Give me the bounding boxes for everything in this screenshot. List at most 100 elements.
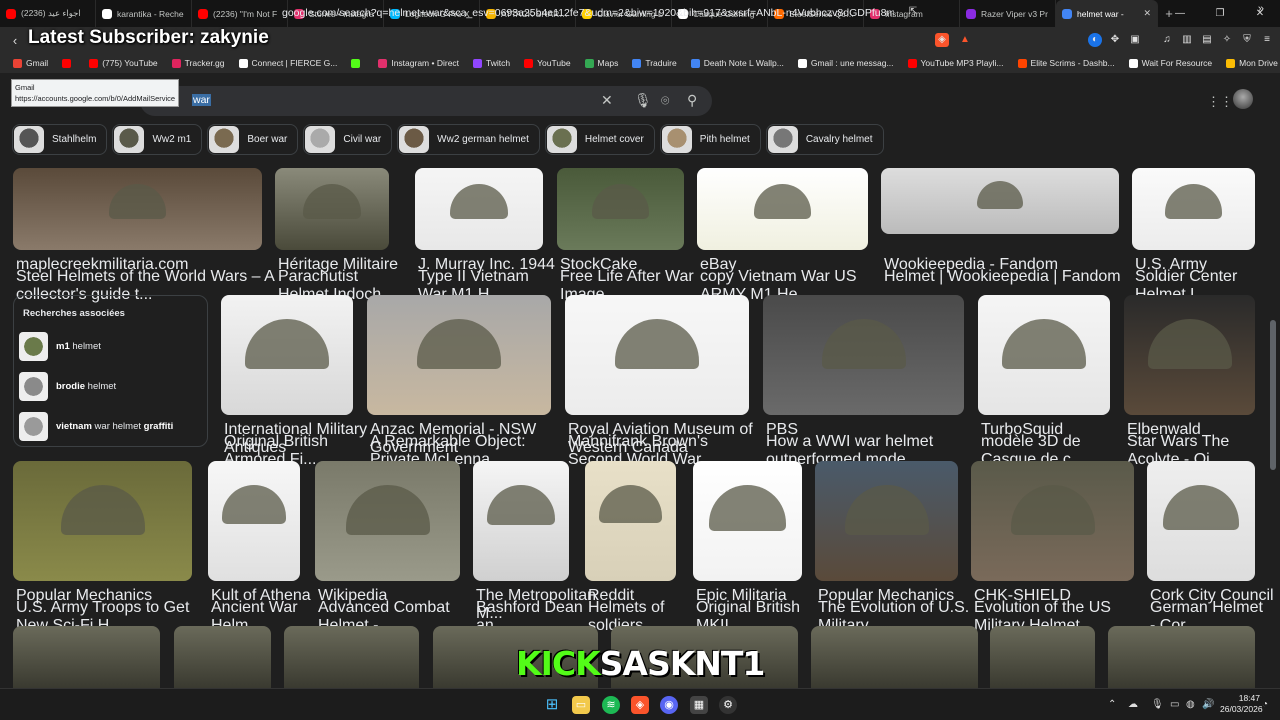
- bookmark-7[interactable]: Twitch: [466, 58, 517, 68]
- tray-network-icon[interactable]: ◍: [1186, 699, 1195, 710]
- clear-search-icon[interactable]: ✕: [601, 92, 613, 109]
- bookmark-1[interactable]: [55, 58, 82, 68]
- share-icon[interactable]: ⇱: [906, 6, 920, 20]
- maximize-icon[interactable]: ❐: [1200, 0, 1240, 27]
- file-explorer-icon[interactable]: ▭: [572, 696, 590, 714]
- more-bookmarks-icon[interactable]: »: [1258, 3, 1264, 15]
- bookmark-13[interactable]: YouTube MP3 Playli...: [901, 58, 1011, 68]
- tray-chevron-icon[interactable]: ⌃: [1108, 699, 1116, 710]
- result-thumbnail[interactable]: [978, 295, 1110, 415]
- chip-4[interactable]: Ww2 german helmet: [397, 124, 540, 155]
- result-thumbnail[interactable]: [415, 168, 543, 250]
- windows-start-icon[interactable]: ⊞: [543, 696, 561, 714]
- app-icon[interactable]: ⚙: [719, 696, 737, 714]
- search-box[interactable]: [140, 86, 712, 116]
- extension-blue-icon[interactable]: ◐: [1088, 33, 1102, 47]
- result-thumbnail[interactable]: [971, 461, 1134, 581]
- related-item-2[interactable]: vietnam war helmet graffiti: [19, 411, 205, 442]
- close-tab-icon[interactable]: ✕: [1143, 8, 1151, 19]
- image-result-partial[interactable]: [1108, 626, 1255, 688]
- discord-icon[interactable]: ◉: [660, 696, 678, 714]
- tab-11[interactable]: helmet war - ✕: [1056, 0, 1158, 27]
- image-result-partial[interactable]: [13, 626, 160, 688]
- result-thumbnail[interactable]: [697, 168, 868, 250]
- avatar[interactable]: [1233, 89, 1253, 109]
- media-icon[interactable]: ♫: [1160, 33, 1174, 47]
- chip-0[interactable]: Stahlhelm: [12, 124, 108, 155]
- result-thumbnail[interactable]: [557, 168, 684, 250]
- result-thumbnail[interactable]: [815, 461, 958, 581]
- extensions-puzzle-icon[interactable]: ✥: [1108, 33, 1122, 47]
- vpn-icon[interactable]: ⛨: [1240, 33, 1254, 47]
- chip-3[interactable]: Civil war: [303, 124, 393, 155]
- brave-rewards-icon[interactable]: ▲: [958, 33, 972, 47]
- image-result-partial[interactable]: [174, 626, 271, 688]
- image-result-partial[interactable]: [811, 626, 978, 688]
- search-input[interactable]: war: [192, 94, 211, 106]
- chip-5[interactable]: Helmet cover: [544, 124, 655, 155]
- result-thumbnail[interactable]: [763, 295, 964, 415]
- result-thumbnail[interactable]: [1124, 295, 1255, 415]
- taskbar-clock[interactable]: 18:47 26/03/2026: [1220, 693, 1263, 715]
- result-thumbnail[interactable]: [881, 168, 1119, 234]
- result-thumbnail[interactable]: [13, 461, 192, 581]
- brave-shield-icon[interactable]: ◈: [935, 33, 949, 47]
- page-scrollbar[interactable]: [1269, 160, 1277, 688]
- url-field[interactable]: google.com/search?q=helmet+war&sca_esv=0…: [272, 5, 894, 22]
- bookmark-4[interactable]: Connect | FIERCE G...: [232, 58, 345, 68]
- minimize-icon[interactable]: —: [1160, 0, 1200, 27]
- result-thumbnail[interactable]: [367, 295, 551, 415]
- back-arrow-icon[interactable]: ‹: [6, 33, 24, 48]
- wallet-icon[interactable]: ▤: [1200, 33, 1214, 47]
- chip-7[interactable]: Cavalry helmet: [765, 124, 884, 155]
- tab-10[interactable]: Razer Viper v3 Pr: [960, 0, 1056, 27]
- tray-mic-icon[interactable]: 🎙: [1151, 699, 1164, 710]
- chip-1[interactable]: Ww2 m1: [112, 124, 203, 155]
- related-item-1[interactable]: brodie helmet: [19, 371, 205, 402]
- bookmark-2[interactable]: (775) YouTube: [82, 58, 164, 68]
- result-title[interactable]: Helmet | Wookieepedia | Fandom: [884, 268, 1136, 286]
- bookmark-14[interactable]: Elite Scrims - Dashb...: [1011, 58, 1122, 68]
- bookmark-12[interactable]: Gmail : une messag...: [791, 58, 901, 68]
- spotify-icon[interactable]: ≋: [602, 696, 620, 714]
- scrollbar-thumb[interactable]: [1270, 320, 1276, 470]
- tray-cloud-icon[interactable]: ☁: [1128, 699, 1138, 710]
- bookmark-15[interactable]: Wait For Resource: [1122, 58, 1220, 68]
- apps-grid-icon[interactable]: ⋮⋮: [1207, 94, 1233, 110]
- image-result-partial[interactable]: [990, 626, 1095, 688]
- result-thumbnail[interactable]: [693, 461, 802, 581]
- voice-search-icon[interactable]: 🎙: [634, 92, 652, 109]
- result-thumbnail[interactable]: [1147, 461, 1255, 581]
- chip-2[interactable]: Boer war: [207, 124, 299, 155]
- tab-0[interactable]: اجواء عيد (2236): [0, 0, 96, 27]
- result-thumbnail[interactable]: [208, 461, 300, 581]
- bookmark-0[interactable]: Gmail: [6, 58, 55, 68]
- leo-icon[interactable]: ✧: [1220, 33, 1234, 47]
- menu-icon[interactable]: ≡: [1260, 33, 1274, 47]
- chip-6[interactable]: Pith helmet: [659, 124, 761, 155]
- result-thumbnail[interactable]: [315, 461, 460, 581]
- result-thumbnail[interactable]: [565, 295, 749, 415]
- related-item-0[interactable]: m1 helmet: [19, 331, 205, 362]
- bookmark-6[interactable]: Instagram • Direct: [371, 58, 466, 68]
- store-icon[interactable]: ▦: [690, 696, 708, 714]
- sidebar-icon[interactable]: ▥: [1180, 33, 1194, 47]
- result-thumbnail[interactable]: [1132, 168, 1255, 250]
- image-search-icon[interactable]: ⌾: [661, 92, 669, 109]
- tab-1[interactable]: karantika - Reche: [96, 0, 192, 27]
- bookmark-8[interactable]: YouTube: [517, 58, 577, 68]
- bookmark-9[interactable]: Maps: [578, 58, 626, 68]
- result-thumbnail[interactable]: [585, 461, 676, 581]
- result-thumbnail[interactable]: [13, 168, 262, 250]
- brave-icon[interactable]: ◈: [631, 696, 649, 714]
- image-result-partial[interactable]: [284, 626, 419, 688]
- tray-volume-icon[interactable]: 🔊: [1202, 699, 1214, 710]
- result-thumbnail[interactable]: [473, 461, 569, 581]
- search-icon[interactable]: ⚲: [687, 92, 697, 109]
- bookmark-10[interactable]: Traduire: [625, 58, 683, 68]
- bookmark-11[interactable]: Death Note L Wallp...: [684, 58, 791, 68]
- bookmark-16[interactable]: Mon Drive - Google...: [1219, 58, 1280, 68]
- bookmark-5[interactable]: [344, 58, 371, 68]
- result-thumbnail[interactable]: [221, 295, 353, 415]
- result-thumbnail[interactable]: [275, 168, 389, 250]
